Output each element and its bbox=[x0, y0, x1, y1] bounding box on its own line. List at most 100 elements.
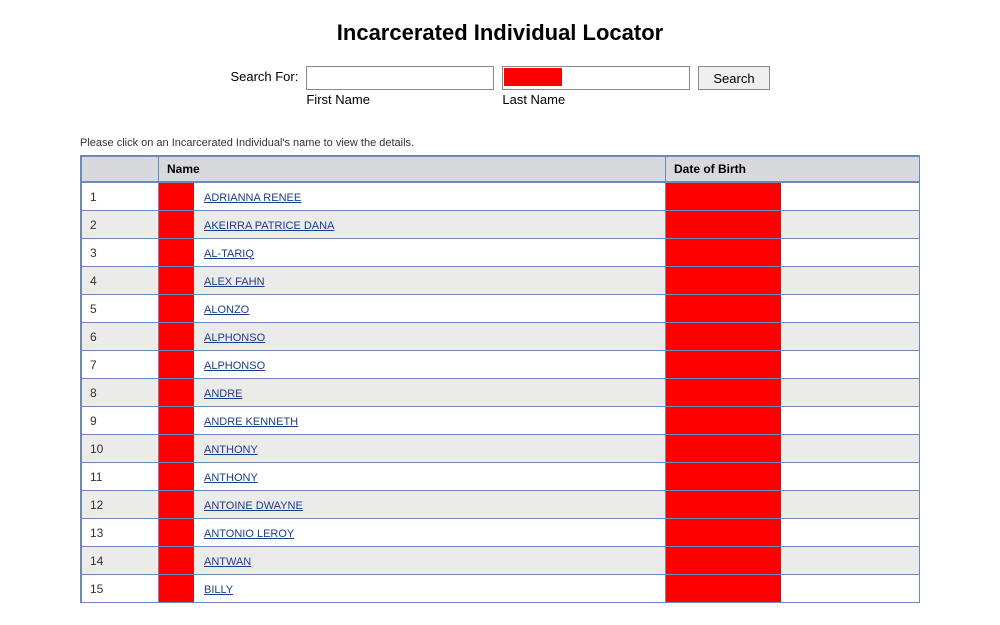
name-cell: ANTWAN bbox=[158, 546, 665, 574]
dob-cell bbox=[665, 462, 919, 490]
table-row: 13 ANTONIO LEROY bbox=[81, 518, 919, 546]
dob-cell bbox=[665, 182, 919, 210]
redaction-block bbox=[159, 463, 194, 490]
redaction-block bbox=[159, 239, 194, 266]
individual-name-link[interactable]: ALEX FAHN bbox=[204, 276, 265, 288]
dob-cell bbox=[665, 210, 919, 238]
dob-cell bbox=[665, 574, 919, 602]
redaction-block bbox=[666, 463, 781, 490]
table-row: 1 ADRIANNA RENEE bbox=[81, 182, 919, 210]
search-button[interactable]: Search bbox=[698, 66, 769, 90]
redaction-block bbox=[159, 183, 194, 210]
row-number: 14 bbox=[81, 546, 158, 574]
first-name-input[interactable] bbox=[306, 66, 494, 90]
name-cell: AL-TARIQ bbox=[158, 238, 665, 266]
individual-name-link[interactable]: ANTOINE DWAYNE bbox=[204, 500, 303, 512]
last-name-label: Last Name bbox=[502, 92, 690, 107]
individual-name-link[interactable]: ANDRE bbox=[204, 388, 243, 400]
redaction-block bbox=[666, 575, 781, 602]
name-cell: ANDRE KENNETH bbox=[158, 406, 665, 434]
redaction-block bbox=[159, 575, 194, 602]
redaction-block bbox=[666, 295, 781, 322]
individual-name-link[interactable]: ALPHONSO bbox=[204, 360, 265, 372]
row-number: 9 bbox=[81, 406, 158, 434]
redaction-block bbox=[666, 351, 781, 378]
redaction-block bbox=[666, 267, 781, 294]
row-number: 6 bbox=[81, 322, 158, 350]
row-number: 12 bbox=[81, 490, 158, 518]
name-cell: ANTHONY bbox=[158, 434, 665, 462]
redaction-block bbox=[159, 519, 194, 546]
redaction-block bbox=[504, 68, 562, 86]
row-number: 4 bbox=[81, 266, 158, 294]
row-number: 13 bbox=[81, 518, 158, 546]
dob-cell bbox=[665, 546, 919, 574]
table-row: 9 ANDRE KENNETH bbox=[81, 406, 919, 434]
table-row: 6 ALPHONSO bbox=[81, 322, 919, 350]
row-number: 2 bbox=[81, 210, 158, 238]
redaction-block bbox=[666, 435, 781, 462]
redaction-block bbox=[666, 519, 781, 546]
redaction-block bbox=[159, 267, 194, 294]
redaction-block bbox=[666, 491, 781, 518]
table-row: 5 ALONZO bbox=[81, 294, 919, 322]
table-row: 14 ANTWAN bbox=[81, 546, 919, 574]
col-header-number bbox=[81, 156, 158, 182]
redaction-block bbox=[159, 351, 194, 378]
col-header-dob: Date of Birth bbox=[665, 156, 919, 182]
individual-name-link[interactable]: AKEIRRA PATRICE DANA bbox=[204, 220, 334, 232]
individual-name-link[interactable]: ANDRE KENNETH bbox=[204, 416, 298, 428]
table-row: 10ANTHONY bbox=[81, 434, 919, 462]
row-number: 11 bbox=[81, 462, 158, 490]
redaction-block bbox=[159, 379, 194, 406]
dob-cell bbox=[665, 266, 919, 294]
dob-cell bbox=[665, 406, 919, 434]
name-cell: ADRIANNA RENEE bbox=[158, 182, 665, 210]
row-number: 8 bbox=[81, 378, 158, 406]
individual-name-link[interactable]: AL-TARIQ bbox=[204, 248, 254, 260]
name-cell: ANTONIO LEROY bbox=[158, 518, 665, 546]
redaction-block bbox=[666, 407, 781, 434]
redaction-block bbox=[159, 295, 194, 322]
redaction-block bbox=[159, 323, 194, 350]
name-cell: ALONZO bbox=[158, 294, 665, 322]
row-number: 7 bbox=[81, 350, 158, 378]
dob-cell bbox=[665, 518, 919, 546]
col-header-name: Name bbox=[158, 156, 665, 182]
row-number: 3 bbox=[81, 238, 158, 266]
individual-name-link[interactable]: ANTHONY bbox=[204, 472, 258, 484]
table-row: 11 ANTHONY bbox=[81, 462, 919, 490]
individual-name-link[interactable]: BILLY bbox=[204, 584, 233, 596]
individual-name-link[interactable]: ANTHONY bbox=[204, 444, 258, 456]
table-row: 8 ANDRE bbox=[81, 378, 919, 406]
row-number: 1 bbox=[81, 182, 158, 210]
table-row: 2 AKEIRRA PATRICE DANA bbox=[81, 210, 919, 238]
individual-name-link[interactable]: ANTONIO LEROY bbox=[204, 528, 294, 540]
table-row: 12 ANTOINE DWAYNE bbox=[81, 490, 919, 518]
first-name-label: First Name bbox=[306, 92, 494, 107]
dob-cell bbox=[665, 434, 919, 462]
redaction-block bbox=[666, 323, 781, 350]
table-row: 4 ALEX FAHN bbox=[81, 266, 919, 294]
redaction-block bbox=[666, 379, 781, 406]
row-number: 15 bbox=[81, 574, 158, 602]
individual-name-link[interactable]: ADRIANNA RENEE bbox=[204, 192, 301, 204]
instructions-text: Please click on an Incarcerated Individu… bbox=[80, 137, 940, 149]
dob-cell bbox=[665, 490, 919, 518]
table-row: 15 BILLY bbox=[81, 574, 919, 602]
redaction-block bbox=[159, 491, 194, 518]
row-number: 5 bbox=[81, 294, 158, 322]
individual-name-link[interactable]: ALPHONSO bbox=[204, 332, 265, 344]
dob-cell bbox=[665, 238, 919, 266]
redaction-block bbox=[666, 547, 781, 574]
individual-name-link[interactable]: ALONZO bbox=[204, 304, 249, 316]
dob-cell bbox=[665, 294, 919, 322]
redaction-block bbox=[666, 239, 781, 266]
redaction-block bbox=[666, 211, 781, 238]
results-table: Name Date of Birth 1 ADRIANNA RENEE 2 AKEIR… bbox=[80, 155, 920, 603]
search-for-label: Search For: bbox=[230, 66, 298, 84]
redaction-block bbox=[666, 183, 781, 210]
individual-name-link[interactable]: ANTWAN bbox=[204, 556, 251, 568]
dob-cell bbox=[665, 350, 919, 378]
table-row: 3 AL-TARIQ bbox=[81, 238, 919, 266]
